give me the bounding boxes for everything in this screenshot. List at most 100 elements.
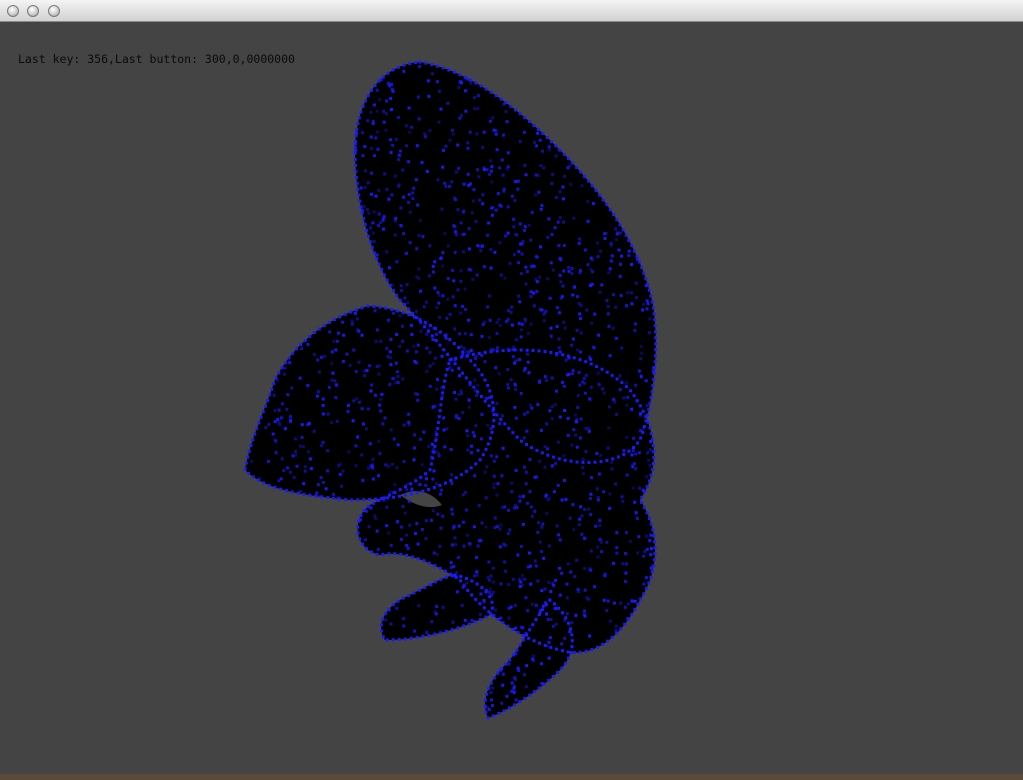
vertex-point [475, 556, 479, 559]
vertex-point [482, 265, 486, 269]
edge-vertex-point [313, 331, 316, 335]
vertex-point [492, 482, 496, 486]
edge-vertex-point [549, 350, 553, 354]
vertex-point [476, 168, 479, 172]
vertex-point [625, 403, 629, 407]
vertex-point [557, 337, 561, 341]
vertex-point [452, 526, 455, 530]
vertex-point [518, 585, 522, 588]
vertex-point [562, 384, 566, 388]
vertex-point [455, 590, 459, 594]
vertex-point [638, 413, 642, 417]
vertex-point [416, 203, 420, 207]
edge-vertex-point [453, 573, 457, 577]
vertex-point [550, 464, 554, 468]
vertex-point [450, 180, 454, 184]
vertex-point [437, 454, 441, 458]
vertex-point [600, 540, 603, 544]
vertex-point [479, 612, 482, 616]
vertex-point [623, 605, 627, 609]
vertex-point [550, 181, 554, 185]
vertex-point [526, 609, 529, 613]
vertex-point [561, 197, 565, 201]
edge-vertex-point [353, 157, 357, 161]
vertex-point [595, 452, 599, 455]
vertex-point [474, 354, 478, 358]
mesh-viewport[interactable] [0, 22, 1023, 774]
edge-vertex-point [652, 372, 656, 376]
vertex-point [489, 347, 493, 351]
edge-vertex-point [472, 385, 476, 389]
edge-vertex-point [424, 472, 428, 476]
vertex-point [418, 483, 422, 487]
edge-vertex-point [385, 278, 389, 282]
vertex-point [625, 436, 629, 440]
vertex-point [376, 474, 380, 478]
vertex-point [470, 451, 473, 455]
edge-vertex-point [521, 638, 525, 642]
edge-vertex-point [635, 255, 639, 258]
vertex-point [490, 213, 494, 217]
vertex-point [521, 574, 524, 578]
vertex-point [465, 429, 469, 433]
vertex-point [600, 283, 604, 287]
vertex-point [293, 437, 297, 441]
vertex-point [516, 261, 520, 265]
vertex-point [521, 494, 525, 498]
status-readout: Last key: 356,Last button: 300,0,0000000 [18, 52, 295, 66]
vertex-point [621, 562, 625, 566]
render-canvas[interactable]: Last key: 356,Last button: 300,0,0000000 [0, 22, 1023, 774]
vertex-point [362, 204, 366, 208]
minimize-window-button[interactable] [27, 5, 39, 17]
vertex-point [482, 600, 486, 604]
edge-vertex-point [259, 415, 263, 419]
edge-vertex-point [322, 324, 326, 328]
vertex-point [513, 199, 517, 203]
vertex-point [492, 474, 496, 478]
edge-vertex-point [427, 561, 431, 565]
vertex-point [393, 381, 397, 385]
vertex-point [488, 335, 491, 339]
edge-vertex-point [380, 268, 384, 271]
vertex-point [495, 455, 499, 459]
vertex-point [450, 128, 454, 132]
vertex-point [403, 511, 407, 515]
vertex-point [589, 512, 593, 516]
close-window-button[interactable] [7, 5, 19, 17]
vertex-point [614, 305, 618, 309]
vertex-point [415, 521, 419, 525]
edge-vertex-point [465, 577, 468, 580]
vertex-point [614, 482, 618, 486]
vertex-point [387, 464, 391, 468]
edge-vertex-point [396, 309, 399, 313]
vertex-point [489, 454, 493, 458]
edge-vertex-point [564, 616, 568, 620]
vertex-point [443, 181, 447, 185]
edge-vertex-point [654, 354, 657, 358]
vertex-point [596, 498, 600, 502]
edge-vertex-point [479, 84, 483, 88]
vertex-point [517, 250, 521, 254]
vertex-point [400, 525, 403, 529]
vertex-point [582, 377, 586, 380]
vertex-point [566, 166, 570, 170]
title-bar[interactable] [0, 0, 1023, 22]
edge-vertex-point [274, 376, 278, 380]
vertex-point [596, 545, 600, 549]
edge-vertex-point [488, 595, 492, 599]
vertex-point [397, 153, 401, 157]
edge-vertex-point [362, 217, 366, 221]
edge-vertex-point [477, 351, 481, 355]
vertex-point [332, 340, 336, 343]
vertex-point [649, 547, 653, 551]
vertex-point [535, 290, 539, 293]
vertex-point [463, 287, 467, 291]
zoom-window-button[interactable] [48, 5, 60, 17]
edge-vertex-point [357, 519, 361, 523]
edge-vertex-point [651, 467, 655, 471]
edge-vertex-point [364, 99, 367, 103]
vertex-point [542, 166, 546, 170]
vertex-point [365, 369, 369, 372]
vertex-point [398, 314, 402, 318]
vertex-point [540, 550, 544, 554]
